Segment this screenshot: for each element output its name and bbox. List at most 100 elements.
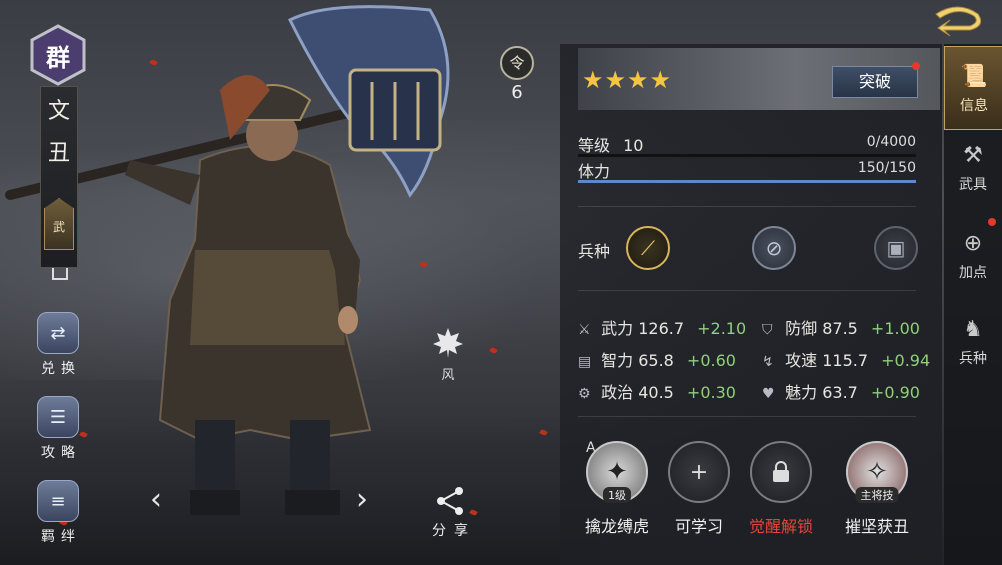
hero-name-char: 文 [47, 99, 70, 124]
scroll-icon: 📜 [960, 64, 988, 89]
attr-name: 攻速 [785, 351, 818, 370]
bond-button[interactable]: ≡ 羁绊 [33, 480, 83, 546]
attr-politics: ⚙ 政治 40.5 +0.30 [578, 379, 736, 403]
skill-slot[interactable]: ✧ 主将技 摧坚获丑 [832, 441, 922, 537]
tab-label: 加点 [959, 265, 987, 281]
tab-info[interactable]: 📜 信息 [944, 46, 1002, 130]
add-point-icon: ⊕ [963, 231, 983, 256]
star-rating: ★★★★ [582, 66, 673, 94]
tab-add-points[interactable]: ⊕ 加点 [944, 228, 1002, 282]
general-skill-icon: ✧ 主将技 [846, 441, 908, 503]
share-button[interactable]: 分享 [420, 486, 480, 540]
breakthrough-button[interactable]: 突破 [832, 66, 918, 98]
attr-attack-speed: ↯ 攻速 115.7 +0.94 [762, 347, 930, 371]
attr-bonus: +0.30 [686, 383, 736, 402]
stamina-value: 150/150 [857, 160, 916, 176]
divider [578, 290, 916, 291]
guide-label: 攻略 [41, 445, 81, 461]
role-badge: 武 [44, 198, 74, 250]
stamina-bar [578, 180, 916, 183]
guide-scroll-icon: ☰ [37, 396, 79, 438]
attr-name: 魅力 [785, 383, 818, 402]
attr-name: 政治 [601, 383, 634, 402]
bond-label: 羁绊 [41, 529, 81, 545]
attr-bonus: +0.60 [686, 351, 736, 370]
attr-value: 40.5 [638, 383, 674, 402]
attr-charm: ♥ 魅力 63.7 +0.90 [762, 379, 920, 403]
shield-icon: ⛉ [762, 322, 773, 338]
bookmark-icon[interactable] [52, 268, 68, 280]
next-hero-arrow-icon[interactable]: › [356, 482, 368, 517]
gear-icon: ⚙ [578, 386, 591, 402]
tab-label: 信息 [960, 98, 988, 114]
share-icon [437, 487, 463, 515]
skill-level-tag: 1级 [603, 487, 631, 503]
plus-icon: + [668, 441, 730, 503]
attr-name: 智力 [601, 351, 634, 370]
attr-value: 126.7 [638, 319, 685, 338]
notification-dot [912, 62, 920, 70]
stamina-bar-fill [578, 180, 916, 183]
maple-leaf-icon [433, 328, 463, 358]
heart-icon: ♥ [762, 386, 775, 402]
exp-bar [578, 154, 916, 157]
tab-troop-type[interactable]: ♞ 兵种 [944, 314, 1002, 368]
previous-hero-arrow-icon[interactable]: ‹ [150, 482, 162, 517]
notification-dot [988, 218, 996, 226]
skill-name: 觉醒解锁 [748, 517, 813, 536]
skill-name: 摧坚获丑 [844, 517, 909, 536]
boot-icon: ↯ [762, 354, 774, 370]
soldier-icon: ♞ [963, 317, 983, 342]
command-token-count: 6 [511, 82, 523, 103]
stamina-row: 体力 150/150 [578, 158, 916, 182]
divider [578, 416, 916, 417]
sword-icon: ⚔ [578, 322, 591, 338]
warrior-skill-icon: ✦ 1级 [586, 441, 648, 503]
tab-equipment[interactable]: ⚒ 武具 [944, 140, 1002, 194]
stamina-label: 体力 [578, 162, 611, 181]
weapon-rack-icon: ⚒ [963, 143, 983, 168]
attr-intelligence: ▤ 智力 65.8 +0.60 [578, 347, 736, 371]
attr-defense: ⛉ 防御 87.5 +1.00 [762, 315, 920, 339]
spear-troop-icon[interactable]: ⟋ [626, 226, 670, 270]
share-label: 分享 [432, 523, 476, 539]
armor-troop-icon[interactable]: ▣ [874, 226, 918, 270]
attr-bonus: +0.90 [870, 383, 920, 402]
attr-value: 65.8 [638, 351, 674, 370]
level-row: 等级 10 0/4000 [578, 132, 916, 156]
skill-slot[interactable]: + 可学习 [654, 441, 744, 537]
wind-label: 风 [441, 368, 455, 383]
book-icon: ▤ [578, 354, 592, 370]
attr-value: 115.7 [822, 351, 869, 370]
back-dragon-icon[interactable] [930, 4, 986, 40]
divider [578, 206, 916, 207]
guide-button[interactable]: ☰ 攻略 [33, 396, 83, 462]
attr-bonus: +0.94 [881, 351, 931, 370]
skill-name: 擒龙缚虎 [584, 517, 649, 536]
attr-bonus: +2.10 [697, 319, 747, 338]
exchange-button[interactable]: ⇄ 兑换 [33, 312, 83, 378]
padlock-shape [773, 461, 789, 482]
hero-name-char: 丑 [47, 141, 70, 166]
exchange-label: 兑换 [41, 361, 81, 377]
wind-element: 风 [430, 326, 466, 383]
attr-name: 武力 [601, 319, 634, 338]
command-token-icon: 令 [500, 46, 534, 80]
troop-label: 兵种 [578, 242, 611, 261]
exchange-icon: ⇄ [37, 312, 79, 354]
skill-slot[interactable]: ✦ 1级 擒龙缚虎 [572, 441, 662, 537]
general-skill-tag: 主将技 [855, 487, 899, 503]
lock-icon [750, 441, 812, 503]
faction-label: 群 [46, 43, 70, 72]
exp-value: 0/4000 [866, 134, 916, 150]
bond-scroll-icon: ≡ [37, 480, 79, 522]
level-value: 10 [623, 136, 644, 155]
attr-value: 63.7 [822, 383, 858, 402]
attr-bonus: +1.00 [870, 319, 920, 338]
command-token[interactable]: 令 6 [498, 46, 536, 103]
tab-label: 兵种 [959, 351, 987, 367]
attr-force: ⚔ 武力 126.7 +2.10 [578, 315, 746, 339]
attr-name: 防御 [785, 319, 818, 338]
shield-troop-icon[interactable]: ⊘ [752, 226, 796, 270]
skill-slot[interactable]: 觉醒解锁 [736, 441, 826, 537]
